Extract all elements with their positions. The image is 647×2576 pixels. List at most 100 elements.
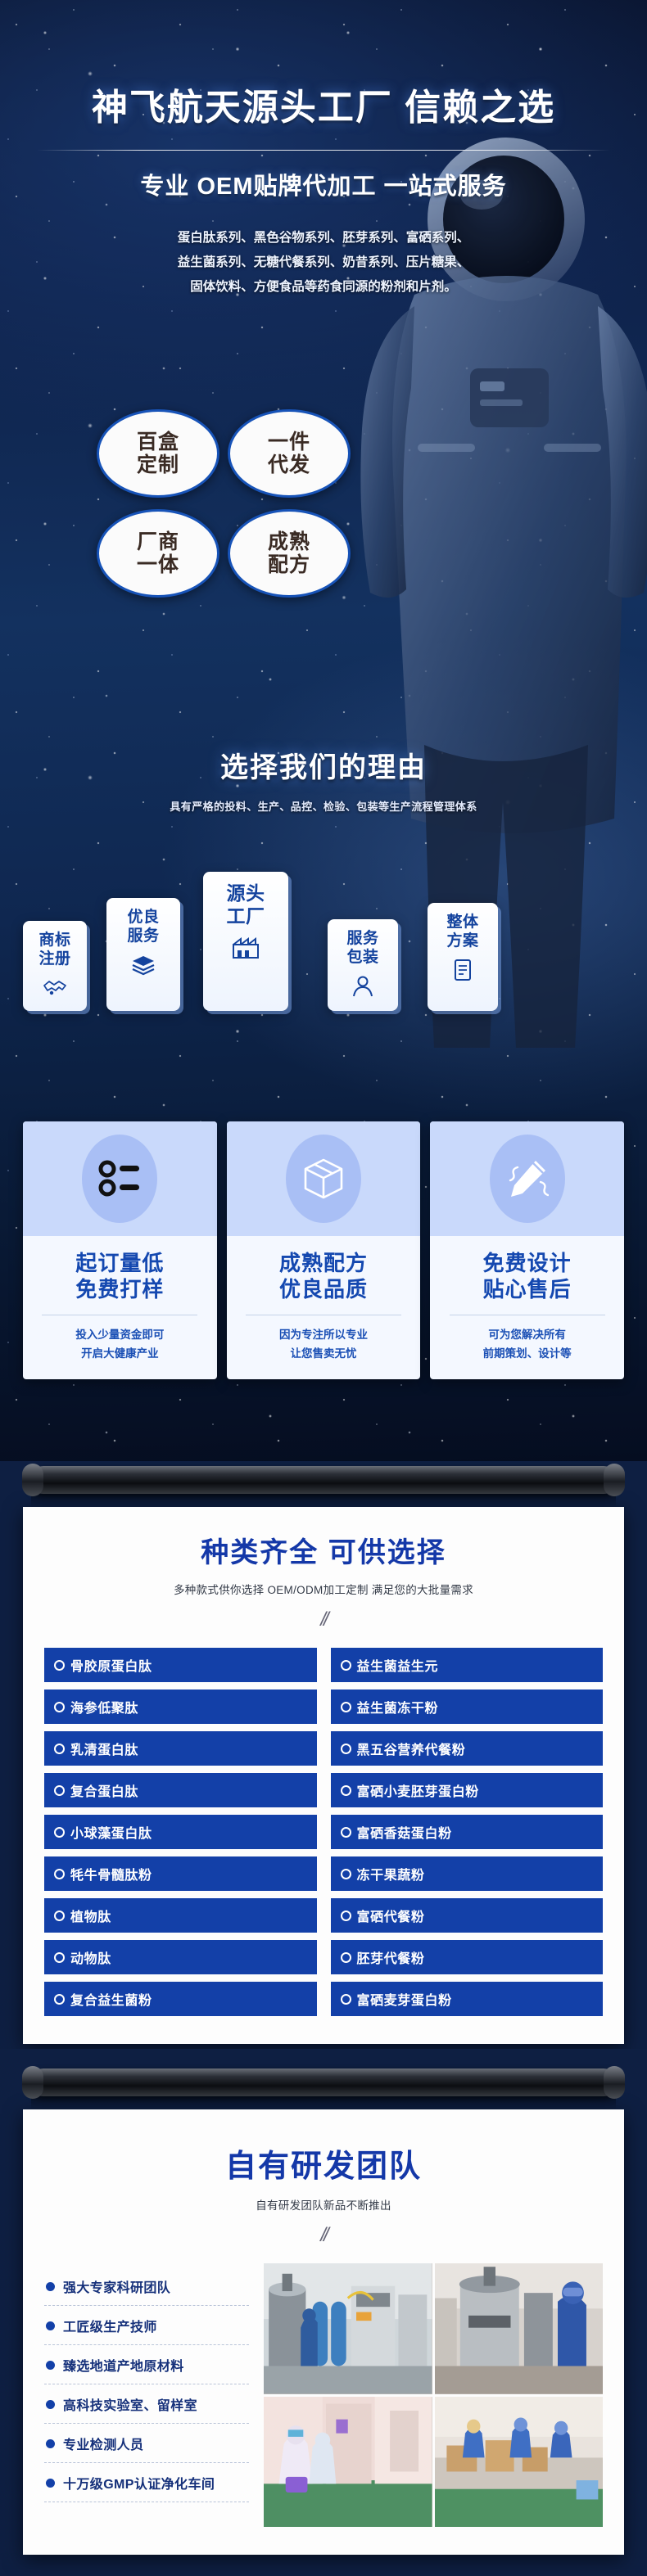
hero-headline-group: 神飞航天源头工厂 信赖之选 专业 OEM贴牌代加工 一站式服务 蛋白肽系列、黑色… <box>0 78 647 300</box>
feature-note-line1: 投入少量资金即可 <box>75 1329 165 1342</box>
rd-feature-list: 强大专家科研团队 工匠级生产技师 臻选地道产地原材料 高科技实验室、留样室 专业… <box>44 2263 249 2527</box>
advantage-card-label: 商标 注册 <box>38 932 70 969</box>
bullet-ring-icon <box>340 1784 351 1796</box>
badge-factory-integrated[interactable]: 厂商 一体 <box>97 509 219 598</box>
advantage-card-label: 整体 方案 <box>446 914 478 951</box>
product-label: 富硒香菇蛋白粉 <box>356 1827 452 1841</box>
product-item[interactable]: 复合益生菌粉 <box>44 1982 317 2016</box>
product-label: 黑五谷营养代餐粉 <box>356 1744 466 1757</box>
product-item[interactable]: 富硒香菇蛋白粉 <box>330 1815 603 1849</box>
advantage-card-service-packaging[interactable]: 服务 包装 <box>328 919 398 1011</box>
bullet-dot-icon <box>46 2399 55 2409</box>
feature-title-line2: 免费打样 <box>75 1276 165 1302</box>
advantage-label-line2: 注册 <box>38 950 71 968</box>
badge-custom-hundred-boxes[interactable]: 百盒 定制 <box>97 409 219 498</box>
icon-circle <box>82 1135 158 1223</box>
badge-label-line1: 厂商 <box>136 530 179 553</box>
product-item[interactable]: 冻干果蔬粉 <box>330 1856 603 1891</box>
rd-item-label: 强大专家科研团队 <box>63 2281 171 2295</box>
factory-equipment-photo <box>264 2263 432 2394</box>
product-item[interactable]: 富硒小麦胚芽蛋白粉 <box>330 1773 603 1807</box>
list-icon <box>98 1160 140 1197</box>
rd-list-item[interactable]: 十万级GMP认证净化车间 <box>44 2463 249 2502</box>
advantage-card-label: 优良 服务 <box>127 909 159 946</box>
product-label: 牦牛骨髓肽粉 <box>70 1869 152 1883</box>
feature-card-free-design[interactable]: 免费设计 贴心售后 可为您解决所有 前期策划、设计等 <box>430 1121 625 1379</box>
products-title: 种类齐全 可供选择 <box>201 1537 446 1568</box>
rd-content: 强大专家科研团队 工匠级生产技师 臻选地道产地原材料 高科技实验室、留样室 专业… <box>44 2263 603 2527</box>
rd-list-item[interactable]: 臻选地道产地原材料 <box>44 2345 249 2384</box>
advantage-label-line2: 方案 <box>446 932 479 950</box>
feature-note-line1: 因为专注所以专业 <box>279 1329 368 1342</box>
rd-title: 自有研发团队 <box>224 2150 422 2184</box>
advantage-card-service[interactable]: 优良 服务 <box>106 898 180 1011</box>
product-label: 益生菌益生元 <box>356 1660 439 1674</box>
product-label: 骨胶原蛋白肽 <box>70 1660 152 1674</box>
advantage-card-trademark[interactable]: 商标 注册 <box>23 921 87 1011</box>
feature-card-note: 投入少量资金即可 开启大健康产业 <box>31 1326 209 1363</box>
product-label: 小球藻蛋白肽 <box>70 1827 152 1841</box>
feature-note-line2: 让您售卖无忧 <box>290 1347 357 1360</box>
person-icon <box>353 976 373 996</box>
advantage-card-source-factory[interactable]: 源头 工厂 <box>203 872 288 1011</box>
product-item[interactable]: 动物肽 <box>44 1940 317 1974</box>
advantage-label-line1: 整体 <box>446 914 479 931</box>
product-label: 复合蛋白肽 <box>70 1785 139 1799</box>
rd-scroll-panel: 自有研发团队 自有研发团队新品不断推出 // 强大专家科研团队 工匠级生产技师 … <box>22 2064 625 2555</box>
badge-label-line1: 成熟 <box>267 530 310 553</box>
bullet-ring-icon <box>340 1659 351 1671</box>
badge-mature-formula[interactable]: 成熟 配方 <box>228 509 351 598</box>
feature-card-title: 免费设计 贴心售后 <box>438 1251 616 1302</box>
rd-list-item[interactable]: 强大专家科研团队 <box>44 2267 249 2306</box>
rd-item-label: 高科技实验室、留样室 <box>63 2399 198 2413</box>
feature-card-row: 起订量低 免费打样 投入少量资金即可 开启大健康产业 成熟配方 优良品质 因为专… <box>23 1121 625 1379</box>
cleanroom-corridor-photo <box>264 2396 432 2527</box>
rd-list-item[interactable]: 专业检测人员 <box>44 2424 249 2463</box>
feature-card-body: 免费设计 贴心售后 可为您解决所有 前期策划、设计等 <box>430 1236 624 1379</box>
product-item[interactable]: 益生菌益生元 <box>330 1648 603 1682</box>
product-item[interactable]: 复合蛋白肽 <box>44 1773 317 1807</box>
product-item[interactable]: 牦牛骨髓肽粉 <box>44 1856 317 1891</box>
bullet-dot-icon <box>46 2360 55 2370</box>
feature-title-line1: 成熟配方 <box>279 1251 369 1275</box>
product-item[interactable]: 植物肽 <box>44 1898 317 1933</box>
hero-description: 蛋白肽系列、黑色谷物系列、胚芽系列、富硒系列、 益生菌系列、无糖代餐系列、奶昔系… <box>0 226 647 300</box>
advantage-label-line2: 工厂 <box>226 905 265 927</box>
bullet-ring-icon <box>340 1910 351 1921</box>
scroll-rod-top <box>22 2066 625 2099</box>
landing-page: 神飞航天源头工厂 信赖之选 专业 OEM贴牌代加工 一站式服务 蛋白肽系列、黑色… <box>0 0 647 2576</box>
feature-card-icon-area <box>226 1121 421 1236</box>
products-subtitle: 多种款式供你选择 OEM/ODM加工定制 满足您的大批量需求 <box>174 1584 473 1596</box>
bullet-ring-icon <box>54 1910 65 1921</box>
feature-note-line2: 开启大健康产业 <box>81 1347 159 1360</box>
badge-label-line1: 百盒 <box>136 430 179 453</box>
bullet-ring-icon <box>54 1993 65 2005</box>
reasons-heading-group: 选择我们的理由 具有严格的投料、生产、品控、检验、包装等生产流程管理体系 <box>0 745 647 814</box>
product-item[interactable]: 海参低聚肽 <box>44 1690 317 1724</box>
product-item[interactable]: 益生菌冻干粉 <box>330 1690 603 1724</box>
advantage-card-total-solution[interactable]: 整体 方案 <box>428 903 498 1011</box>
product-item[interactable]: 小球藻蛋白肽 <box>44 1815 317 1849</box>
products-section: 种类齐全 可供选择 多种款式供你选择 OEM/ODM加工定制 满足您的大批量需求… <box>0 1461 647 2049</box>
advantage-card-label: 服务 包装 <box>346 930 378 968</box>
feature-note-line2: 前期策划、设计等 <box>482 1347 572 1360</box>
rd-item-label: 臻选地道产地原材料 <box>63 2360 184 2374</box>
products-paper: 种类齐全 可供选择 多种款式供你选择 OEM/ODM加工定制 满足您的大批量需求… <box>23 1507 624 2044</box>
badge-dropshipping[interactable]: 一件 代发 <box>228 409 351 498</box>
rd-list-item[interactable]: 工匠级生产技师 <box>44 2306 249 2345</box>
product-item[interactable]: 乳清蛋白肽 <box>44 1731 317 1766</box>
hero-badge-group: 百盒 定制 一件 代发 厂商 一体 成熟 配方 <box>97 409 367 598</box>
product-item[interactable]: 富硒麦芽蛋白粉 <box>330 1982 603 2016</box>
product-item[interactable]: 胚芽代餐粉 <box>330 1940 603 1974</box>
rd-item-label: 工匠级生产技师 <box>63 2321 157 2335</box>
advantage-label-line2: 包装 <box>346 948 379 966</box>
product-label: 富硒麦芽蛋白粉 <box>356 1994 452 2008</box>
product-item[interactable]: 黑五谷营养代餐粉 <box>330 1731 603 1766</box>
product-label: 富硒代餐粉 <box>356 1911 425 1924</box>
product-item[interactable]: 富硒代餐粉 <box>330 1898 603 1933</box>
product-item[interactable]: 骨胶原蛋白肽 <box>44 1648 317 1682</box>
feature-card-mature-formula[interactable]: 成熟配方 优良品质 因为专注所以专业 让您售卖无忧 <box>226 1121 421 1379</box>
rd-item-label: 专业检测人员 <box>63 2438 144 2452</box>
feature-card-low-moq[interactable]: 起订量低 免费打样 投入少量资金即可 开启大健康产业 <box>23 1121 217 1379</box>
rd-list-item[interactable]: 高科技实验室、留样室 <box>44 2384 249 2424</box>
